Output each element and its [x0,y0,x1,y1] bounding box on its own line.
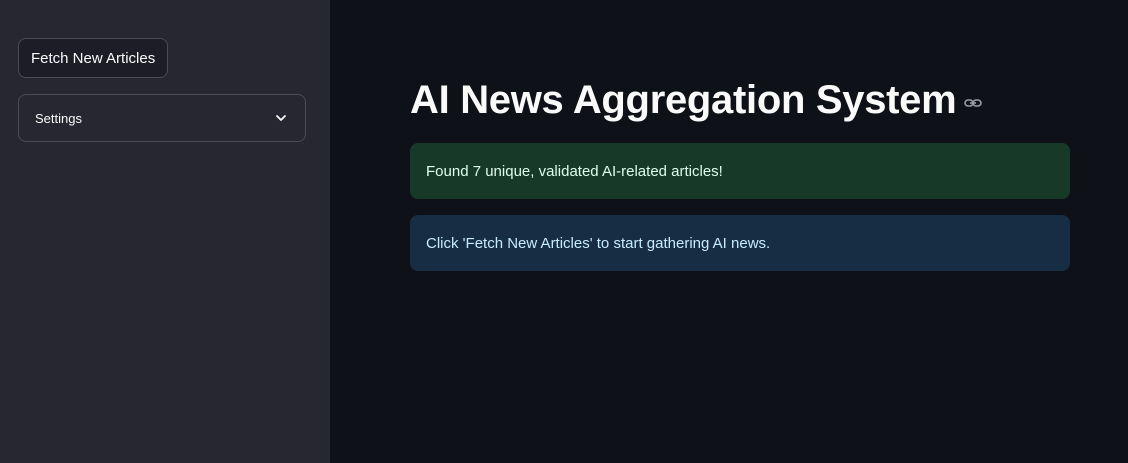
success-alert-text: Found 7 unique, validated AI-related art… [426,162,723,180]
fetch-new-articles-button[interactable]: Fetch New Articles [18,38,169,78]
app-root: Fetch New Articles Settings AI News Aggr… [0,0,1128,463]
sidebar: Fetch New Articles Settings [0,0,330,463]
chevron-down-icon [273,110,289,126]
info-alert: Click 'Fetch New Articles' to start gath… [410,215,1070,271]
settings-expander-label: Settings [35,110,82,126]
title-row: AI News Aggregation System [410,74,983,126]
success-alert: Found 7 unique, validated AI-related art… [410,143,1070,199]
page-title: AI News Aggregation System [410,78,957,122]
settings-expander[interactable]: Settings [18,94,306,142]
info-alert-text: Click 'Fetch New Articles' to start gath… [426,234,771,252]
main-content: AI News Aggregation System Found 7 uniqu… [330,0,1128,463]
link-icon[interactable] [964,96,983,110]
